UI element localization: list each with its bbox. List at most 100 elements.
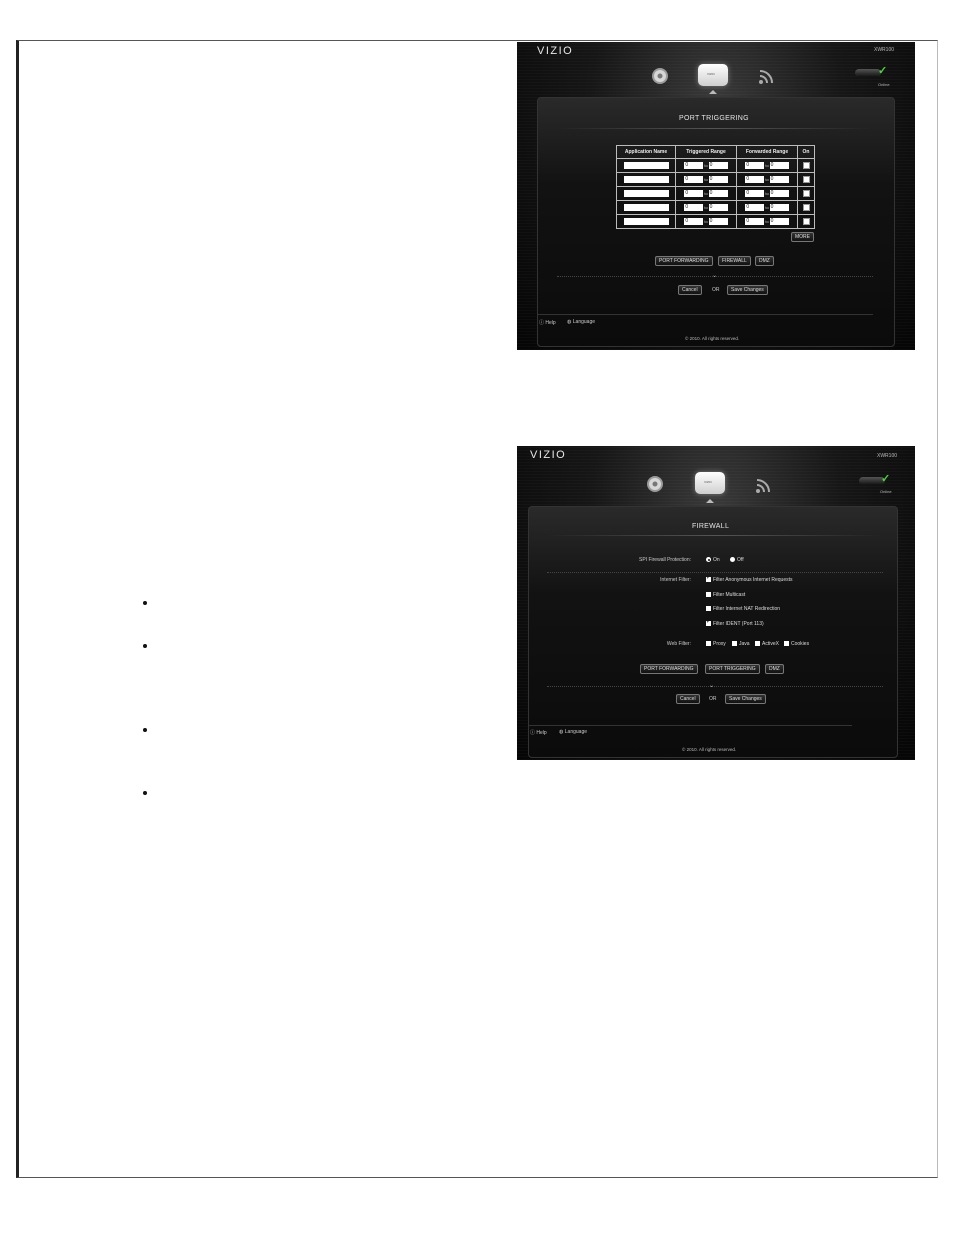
checkbox-icon (732, 641, 737, 647)
on-checkbox[interactable] (802, 190, 810, 197)
checkbox-icon (706, 618, 711, 626)
checkbox-icon (706, 591, 711, 597)
app-name-cell (616, 186, 676, 201)
active-caret-icon (709, 90, 717, 94)
model-label: XWR100 (874, 47, 895, 53)
checkbox-icon (755, 641, 760, 647)
wireless-icon[interactable] (754, 475, 774, 495)
on-checkbox[interactable] (802, 176, 810, 183)
triggered-end-input[interactable]: 0 (708, 218, 728, 225)
web-filter-option-label: Java (739, 641, 750, 647)
triggered-end-input[interactable]: 0 (708, 162, 728, 169)
online-check-icon: ✓ (878, 65, 888, 77)
table-row: 0 to 0 0 to 0 (616, 186, 815, 201)
list-bullet (143, 644, 147, 648)
chevron-down-icon: ⌄ (709, 683, 715, 689)
language-link[interactable]: ◍ Language (559, 729, 587, 735)
more-button[interactable]: MORE (791, 232, 814, 242)
to-label: to (765, 177, 769, 182)
cancel-button[interactable]: Cancel (678, 285, 702, 295)
web-filter-option[interactable]: Cookies (784, 641, 809, 647)
triggered-range-cell: 0 to 0 (675, 158, 737, 173)
firewall-button[interactable]: FIREWALL (718, 256, 751, 266)
checkbox-icon (706, 606, 711, 612)
triggered-start-input[interactable]: 0 (684, 162, 704, 169)
firewall-screenshot: VIZIO XWR100 VIZIO ✓ Online FIREWALL SPI… (517, 446, 915, 760)
triggered-start-input[interactable]: 0 (684, 176, 704, 183)
forwarded-start-input[interactable]: 0 (745, 218, 765, 225)
internet-filter-option[interactable]: Filter Multicast (706, 592, 745, 598)
settings-gear-icon[interactable] (645, 474, 665, 494)
forwarded-end-input[interactable]: 0 (769, 162, 789, 169)
spi-on-radio[interactable]: On (706, 557, 720, 563)
wireless-icon[interactable] (757, 66, 777, 86)
forwarded-start-input[interactable]: 0 (745, 190, 765, 197)
spi-on-label: On (713, 557, 720, 563)
forwarded-start-input[interactable]: 0 (745, 176, 765, 183)
application-name-input[interactable] (623, 162, 669, 169)
to-label: to (765, 163, 769, 168)
dotted-divider (547, 686, 883, 687)
application-name-input[interactable] (623, 204, 669, 211)
triggered-end-input[interactable]: 0 (708, 204, 728, 211)
list-bullet (143, 791, 147, 795)
on-checkbox[interactable] (802, 162, 810, 169)
forwarded-end-input[interactable]: 0 (769, 190, 789, 197)
web-filter-option[interactable]: Java (732, 641, 750, 647)
cancel-button[interactable]: Cancel (676, 694, 700, 704)
table-row: 0 to 0 0 to 0 (616, 214, 815, 229)
triggered-end-input[interactable]: 0 (708, 190, 728, 197)
copyright: © 2010. All rights reserved. (682, 747, 737, 752)
app-name-cell (616, 172, 676, 187)
footer-divider (528, 725, 852, 726)
port-triggering-button[interactable]: PORT TRIGGERING (705, 664, 760, 674)
spi-off-radio[interactable]: Off (730, 557, 744, 563)
port-forwarding-button[interactable]: PORT FORWARDING (655, 256, 713, 266)
forwarded-end-input[interactable]: 0 (769, 218, 789, 225)
forwarded-range-cell: 0 to 0 (736, 214, 798, 229)
dmz-button[interactable]: DMZ (765, 664, 784, 674)
language-link[interactable]: ◍ Language (567, 319, 595, 325)
forwarded-end-input[interactable]: 0 (769, 204, 789, 211)
status-label: Online (878, 82, 890, 87)
application-name-input[interactable] (623, 218, 669, 225)
save-changes-button[interactable]: Save Changes (727, 285, 768, 295)
router-icon[interactable]: VIZIO (695, 472, 725, 494)
application-name-input[interactable] (623, 176, 669, 183)
router-icon[interactable]: VIZIO (698, 64, 728, 86)
triggered-start-input[interactable]: 0 (684, 204, 704, 211)
forwarded-start-input[interactable]: 0 (745, 162, 765, 169)
web-filter-option[interactable]: ActiveX (755, 641, 779, 647)
web-filter-option-label: ActiveX (762, 641, 779, 647)
triggered-start-input[interactable]: 0 (684, 190, 704, 197)
list-bullet (143, 728, 147, 732)
triggered-end-input[interactable]: 0 (708, 176, 728, 183)
to-label: to (704, 205, 708, 210)
internet-filter-option-label: Filter Multicast (713, 591, 746, 598)
internet-filter-option[interactable]: Filter IDENT (Port 113) (706, 618, 764, 627)
to-label: to (765, 205, 769, 210)
on-checkbox[interactable] (802, 204, 810, 211)
internet-filter-option-label: Filter Anonymous Internet Requests (713, 577, 793, 583)
copyright: © 2010. All rights reserved. (685, 336, 740, 341)
settings-gear-icon[interactable] (650, 66, 670, 86)
forwarded-range-cell: 0 to 0 (736, 186, 798, 201)
online-check-icon: ✓ (881, 473, 891, 485)
globe-icon: ◍ (559, 729, 564, 735)
save-changes-button[interactable]: Save Changes (725, 694, 766, 704)
internet-filter-option[interactable]: Filter Anonymous Internet Requests (706, 574, 793, 583)
help-link[interactable]: ⓘ Help (530, 729, 547, 736)
application-name-input[interactable] (623, 190, 669, 197)
table-row: 0 to 0 0 to 0 (616, 200, 815, 215)
to-label: to (704, 191, 708, 196)
dmz-button[interactable]: DMZ (755, 256, 774, 266)
forwarded-start-input[interactable]: 0 (745, 204, 765, 211)
triggered-start-input[interactable]: 0 (684, 218, 704, 225)
on-checkbox[interactable] (802, 218, 810, 225)
help-link[interactable]: ⓘ Help (539, 319, 556, 326)
web-filter-label: Web Filter: (666, 641, 691, 647)
forwarded-end-input[interactable]: 0 (769, 176, 789, 183)
web-filter-option[interactable]: Proxy (706, 641, 726, 647)
internet-filter-option[interactable]: Filter Internet NAT Redirection (706, 606, 780, 612)
port-forwarding-button[interactable]: PORT FORWARDING (640, 664, 698, 674)
